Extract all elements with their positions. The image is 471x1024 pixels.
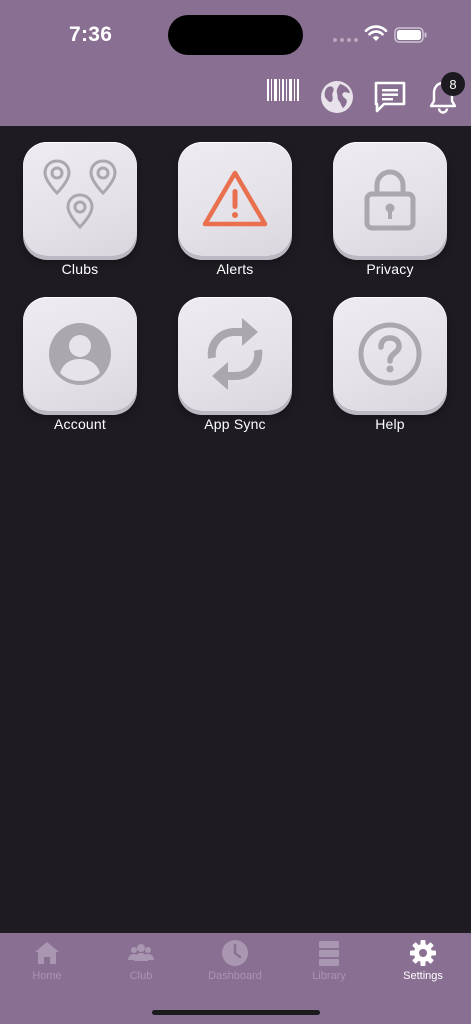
tab-club-label: Club — [129, 970, 153, 982]
battery-icon — [394, 27, 427, 43]
alerts-tile[interactable] — [178, 142, 292, 256]
people-icon — [128, 944, 154, 961]
gear-icon — [410, 940, 436, 966]
wifi-icon — [364, 25, 388, 41]
tab-dashboard[interactable]: Dashboard — [188, 933, 282, 993]
warning-icon — [202, 170, 268, 227]
map-pins-icon — [43, 159, 117, 230]
cellular-signal-icon — [333, 38, 358, 42]
tab-club[interactable]: Club — [94, 933, 188, 993]
app-sync-label: App Sync — [204, 416, 266, 432]
tab-home[interactable]: Home — [0, 933, 94, 993]
clubs-label: Clubs — [61, 261, 99, 277]
clubs-tile[interactable] — [23, 142, 137, 256]
person-icon — [49, 323, 111, 385]
privacy-label: Privacy — [366, 261, 414, 277]
barcode-icon[interactable] — [266, 78, 300, 102]
alerts-label: Alerts — [216, 261, 254, 277]
tab-settings-label: Settings — [403, 970, 443, 982]
help-label: Help — [375, 416, 405, 432]
globe-icon[interactable] — [319, 79, 355, 115]
dynamic-island — [168, 15, 303, 55]
lock-icon — [364, 169, 416, 231]
privacy-tile[interactable] — [333, 142, 447, 256]
tab-home-label: Home — [32, 970, 62, 982]
app-sync-tile[interactable] — [178, 297, 292, 411]
tab-settings[interactable]: Settings — [376, 933, 470, 993]
clock-icon — [222, 940, 248, 966]
account-label: Account — [54, 416, 106, 432]
tab-library-label: Library — [312, 970, 346, 982]
stack-icon — [319, 941, 339, 966]
house-icon — [35, 942, 59, 964]
sync-icon — [207, 318, 263, 390]
help-tile[interactable] — [333, 297, 447, 411]
notification-badge: 8 — [441, 72, 465, 96]
account-tile[interactable] — [23, 297, 137, 411]
chat-icon[interactable] — [373, 80, 407, 114]
home-indicator — [152, 1010, 320, 1015]
tab-library[interactable]: Library — [282, 933, 376, 993]
status-time: 7:36 — [69, 23, 113, 46]
tab-dashboard-label: Dashboard — [208, 970, 262, 982]
question-icon — [358, 322, 422, 386]
